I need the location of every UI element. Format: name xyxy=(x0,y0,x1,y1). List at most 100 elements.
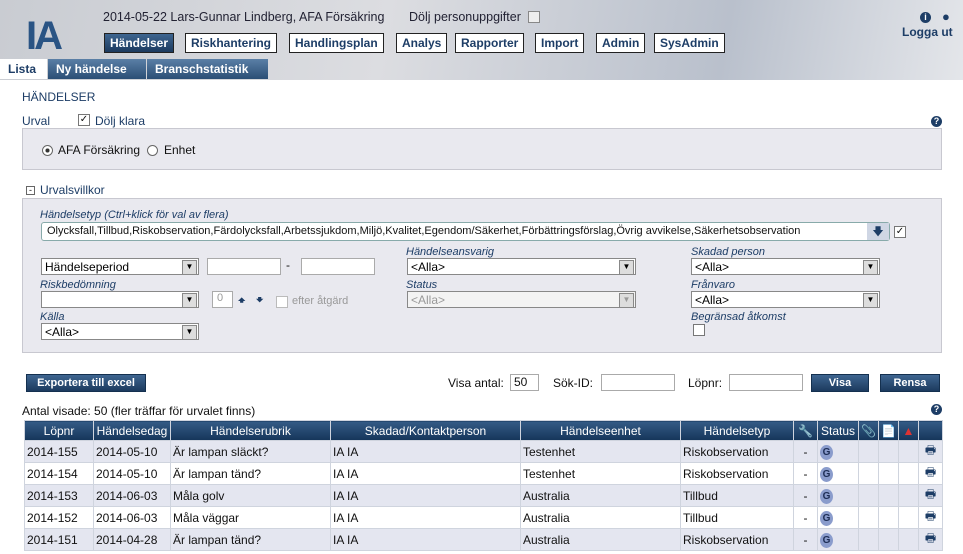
collapse-icon[interactable]: - xyxy=(26,186,35,195)
filters-section-label[interactable]: Urvalsvillkor xyxy=(40,183,105,197)
nav-handlingsplan[interactable]: Handlingsplan xyxy=(289,33,384,53)
show-button[interactable]: Visa xyxy=(811,374,869,392)
nav-analys[interactable]: Analys xyxy=(396,33,448,53)
help-icon-2[interactable]: ? xyxy=(931,404,942,415)
table-row[interactable]: 2014-154 2014-05-10 Är lampan tänd? IA IA Te… xyxy=(24,462,943,485)
period-select[interactable]: Händelseperiod xyxy=(41,258,199,275)
hide-personal-checkbox[interactable] xyxy=(528,11,540,23)
pdf-icon[interactable]: ▲ xyxy=(898,420,919,441)
logout-link[interactable]: Logga ut xyxy=(902,25,953,39)
clear-button[interactable]: Rensa xyxy=(880,374,940,392)
attachment-icon[interactable]: 📎 xyxy=(858,420,879,441)
radio-afa-label: AFA Försäkring xyxy=(58,143,141,157)
restricted-checkbox[interactable] xyxy=(693,324,705,336)
help-icon[interactable]: ? xyxy=(931,116,942,127)
export-excel-button[interactable]: Exportera till excel xyxy=(26,374,146,392)
cell-title: Måla golv xyxy=(170,484,331,507)
print-icon[interactable]: 🖶 xyxy=(918,462,943,485)
cell-title: Är lampan tänd? xyxy=(170,462,331,485)
status-icon: G xyxy=(820,488,833,504)
absence-label: Frånvaro xyxy=(691,279,736,291)
radio-afa[interactable] xyxy=(42,145,53,156)
document-icon[interactable]: 📄 xyxy=(878,420,899,441)
cell-title: Är lampan släckt? xyxy=(170,440,331,463)
cell-unit: Australia xyxy=(520,484,681,507)
user-line: 2014-05-22 Lars-Gunnar Lindberg, AFA För… xyxy=(103,10,385,24)
cell-type: Riskobservation xyxy=(680,462,794,485)
after-action-label: efter åtgärd xyxy=(292,295,349,307)
nav-handelser[interactable]: Händelser xyxy=(104,33,175,53)
status-icon: G xyxy=(820,510,833,526)
cell-date: 2014-05-10 xyxy=(93,440,171,463)
type-dropdown-icon[interactable]: 🡇 xyxy=(867,223,889,240)
cell-lopnr: 2014-154 xyxy=(24,462,94,485)
empty-cell xyxy=(898,462,919,485)
events-table: Löpnr Händelsedag Händelserubrik Skadad/… xyxy=(24,420,943,551)
nav-sysadmin[interactable]: SysAdmin xyxy=(654,33,725,53)
period-from-input[interactable] xyxy=(207,258,281,275)
cell-type: Riskobservation xyxy=(680,528,794,551)
cell-type: Riskobservation xyxy=(680,440,794,463)
cell-person: IA IA xyxy=(330,484,521,507)
col-unit[interactable]: Händelseenhet xyxy=(520,420,681,441)
responsible-select[interactable]: <Alla> xyxy=(407,258,636,275)
empty-cell xyxy=(878,462,899,485)
arrow-down-icon[interactable]: 🠻 xyxy=(256,291,263,312)
info-icon[interactable]: i xyxy=(920,12,931,23)
nav-admin[interactable]: Admin xyxy=(596,33,646,53)
cell-title: Måla väggar xyxy=(170,506,331,529)
lopnr-input[interactable] xyxy=(729,374,803,391)
col-status[interactable]: Status xyxy=(817,420,859,441)
hide-done-checkbox[interactable]: ✓ xyxy=(78,114,90,126)
col-person[interactable]: Skadad/Kontaktperson xyxy=(330,420,521,441)
table-row[interactable]: 2014-152 2014-06-03 Måla väggar IA IA Austra… xyxy=(24,506,943,529)
tab-branschstatistik[interactable]: Branschstatistik xyxy=(147,59,268,79)
status-select[interactable]: <Alla> xyxy=(407,291,636,308)
col-title[interactable]: Händelserubrik xyxy=(170,420,331,441)
absence-select[interactable]: <Alla> xyxy=(691,291,880,308)
cell-action: - xyxy=(793,506,818,529)
cell-status: G xyxy=(817,462,859,485)
status-label: Status xyxy=(406,279,438,291)
table-row[interactable]: 2014-153 2014-06-03 Måla golv IA IA Australi… xyxy=(24,484,943,507)
col-type[interactable]: Händelsetyp xyxy=(680,420,794,441)
type-all-checkbox[interactable]: ✓ xyxy=(894,226,906,238)
empty-cell xyxy=(878,528,899,551)
risk-number[interactable]: 0 xyxy=(212,291,233,308)
user-icon[interactable]: ● xyxy=(942,9,950,24)
empty-cell xyxy=(878,484,899,507)
col-date[interactable]: Händelsedag xyxy=(93,420,171,441)
nav-riskhantering[interactable]: Riskhantering xyxy=(185,33,278,53)
cell-unit: Testenhet xyxy=(520,440,681,463)
table-row[interactable]: 2014-155 2014-05-10 Är lampan släckt? IA IA… xyxy=(24,440,943,463)
radio-enhet[interactable] xyxy=(147,145,158,156)
nav-import[interactable]: Import xyxy=(535,33,585,53)
print-icon[interactable]: 🖶 xyxy=(918,528,943,551)
show-count-input[interactable]: 50 xyxy=(510,374,539,391)
type-select[interactable]: Olycksfall,Tillbud,Riskobservation,Färdo… xyxy=(41,222,890,241)
after-action-checkbox[interactable] xyxy=(276,296,288,308)
page-title: HÄNDELSER xyxy=(22,90,96,104)
arrow-up-icon[interactable]: 🠹 xyxy=(238,291,245,312)
table-row[interactable]: 2014-151 2014-04-28 Är lampan tänd? IA IA Au… xyxy=(24,528,943,551)
empty-cell xyxy=(858,462,879,485)
cell-unit: Australia xyxy=(520,506,681,529)
print-col xyxy=(918,420,943,441)
logo: IA xyxy=(26,14,63,58)
print-icon[interactable]: 🖶 xyxy=(918,484,943,507)
wrench-icon[interactable]: 🔧 xyxy=(793,420,818,441)
nav-rapporter[interactable]: Rapporter xyxy=(455,33,525,53)
print-icon[interactable]: 🖶 xyxy=(918,440,943,463)
risk-label: Riskbedömning xyxy=(40,279,116,291)
tab-lista[interactable]: Lista xyxy=(0,59,47,79)
period-to-input[interactable] xyxy=(301,258,375,275)
injured-select[interactable]: <Alla> xyxy=(691,258,880,275)
col-lopnr[interactable]: Löpnr xyxy=(24,420,94,441)
cell-action: - xyxy=(793,440,818,463)
risk-select[interactable] xyxy=(41,291,199,308)
cell-date: 2014-05-10 xyxy=(93,462,171,485)
source-select[interactable]: <Alla> xyxy=(41,323,199,340)
search-id-input[interactable] xyxy=(601,374,675,391)
tab-ny-handelse[interactable]: Ny händelse xyxy=(48,59,146,79)
print-icon[interactable]: 🖶 xyxy=(918,506,943,529)
